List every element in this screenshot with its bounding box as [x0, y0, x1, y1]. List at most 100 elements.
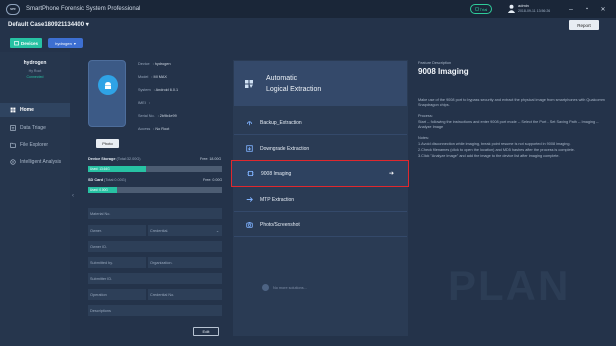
- extraction-item-label: 9008 Imaging: [261, 170, 292, 177]
- sd-card-used: Used: 0.00G: [90, 188, 108, 192]
- sd-card-title: SD Card: [88, 178, 103, 182]
- sd-card-free: Free: 0.00G: [203, 178, 223, 182]
- sd-card-label: SD Card (Total:0.00G): [88, 178, 126, 182]
- 9008-imaging-item[interactable]: 9008 Imaging ➔: [231, 160, 409, 187]
- info-label: IMEI: [138, 101, 146, 105]
- submitted-by-field[interactable]: Submitted by.: [88, 257, 146, 269]
- user-icon[interactable]: [507, 4, 516, 13]
- sd-card-total: (Total:0.00G): [104, 178, 126, 182]
- mtp-icon: [246, 197, 253, 202]
- info-label: Device: [138, 62, 150, 66]
- feature-description: Make use of the 9008 port to bypass secu…: [418, 98, 605, 108]
- analysis-icon: [10, 159, 16, 165]
- info-label: Model: [138, 75, 149, 79]
- sidebar-item-file-explorer[interactable]: File Explorer: [0, 138, 70, 152]
- report-button[interactable]: Report: [569, 20, 599, 30]
- sidebar-item-label: File Explorer: [20, 142, 49, 148]
- owner-field[interactable]: Owner.: [88, 225, 146, 237]
- info-value: : hydrogen: [152, 62, 171, 66]
- credential-label: Credential.: [150, 228, 169, 233]
- photo-button[interactable]: Photo: [96, 139, 119, 148]
- sidebar-device-name: hydrogen: [23, 60, 47, 66]
- close-button[interactable]: ✕: [598, 4, 608, 14]
- app-title: SmartPhone Forensic System Professional: [26, 6, 141, 12]
- credential-no-field[interactable]: Credential No.: [148, 289, 222, 301]
- info-icon: [262, 284, 269, 291]
- process-text: Start -- following the instructions and …: [418, 120, 599, 130]
- descriptions-field[interactable]: Descriptions: [88, 305, 222, 317]
- collapse-sidebar-button[interactable]: ‹: [72, 193, 78, 207]
- info-label: System: [138, 88, 151, 92]
- sidebar-item-label: Data Triage: [20, 125, 46, 131]
- sidebar-device-connection: Connected: [26, 75, 44, 79]
- device-storage-label: Device Storage (Total:32.00G): [88, 157, 141, 161]
- downgrade-extraction-item[interactable]: Downgrade Extraction: [234, 137, 407, 161]
- trial-icon: [474, 7, 479, 11]
- sidebar-item-label: Home: [20, 107, 34, 113]
- minimize-button[interactable]: –: [566, 4, 576, 14]
- maximize-button[interactable]: ▪: [582, 4, 592, 14]
- android-icon: [98, 75, 118, 95]
- backup-icon: [246, 121, 253, 126]
- automatic-logical-extraction-card[interactable]: [234, 61, 407, 106]
- info-serial: Serial No.: 2b9b4e99: [138, 114, 177, 118]
- chip-icon: [247, 170, 254, 177]
- device-storage-free: Free: 18.00G: [200, 157, 222, 161]
- process-heading: Process:: [418, 114, 433, 118]
- app-logo: SPF: [6, 3, 20, 15]
- user-name: admin: [518, 3, 529, 8]
- user-time: 2018-09-11 13:56:26: [518, 9, 551, 13]
- device-storage-bar: Used: 13.64G: [88, 166, 222, 172]
- sd-card-bar: Used: 0.00G: [88, 187, 222, 193]
- owner-id-field[interactable]: Owner ID.: [88, 241, 222, 253]
- devices-icon: [14, 40, 19, 45]
- submitter-id-field[interactable]: Submitter ID.: [88, 273, 222, 285]
- sidebar-item-home[interactable]: Home: [0, 103, 70, 117]
- automatic-extraction-subtitle: Logical Extraction: [266, 86, 322, 93]
- sidebar-item-intelligent-analysis[interactable]: Intelligent Analysis: [0, 155, 70, 169]
- automatic-extraction-title: Automatic: [266, 75, 298, 82]
- info-value: : MI MAX: [151, 75, 167, 79]
- operation-field[interactable]: Operation: [88, 289, 146, 301]
- downgrade-icon: [246, 145, 253, 152]
- extraction-item-label: Downgrade Extraction: [260, 145, 310, 152]
- mtp-extraction-item[interactable]: MTP Extraction: [234, 188, 407, 212]
- folder-icon: [10, 142, 16, 148]
- device-select[interactable]: hydrogen ▾: [48, 38, 83, 48]
- extraction-item-label: Photo/Screenshot: [260, 221, 300, 228]
- info-value: : No Root: [153, 127, 170, 131]
- device-select-value: hydrogen: [55, 40, 72, 46]
- devices-button[interactable]: Devices: [10, 38, 42, 48]
- trial-badge[interactable]: Trial: [470, 4, 492, 14]
- no-more-solutions-text: No more solutions...: [273, 285, 307, 290]
- sidebar-item-data-triage[interactable]: Data Triage: [0, 121, 70, 135]
- android-robot-icon: [105, 82, 111, 89]
- organization-field[interactable]: Organization.: [148, 257, 222, 269]
- triage-icon: [10, 125, 16, 131]
- case-title-text: Default Case180921134400: [8, 22, 85, 28]
- photo-screenshot-item[interactable]: Photo/Screenshot: [234, 213, 407, 237]
- case-title[interactable]: Default Case180921134400 ▾: [8, 21, 89, 28]
- watermark: PLAN: [448, 262, 571, 309]
- edit-button[interactable]: Edit: [193, 327, 219, 336]
- automatic-extraction-icon: [245, 80, 253, 88]
- sidebar: [0, 52, 70, 346]
- backup-extraction-item[interactable]: Backup_Extraction: [234, 111, 407, 135]
- devices-label: Devices: [20, 40, 38, 46]
- device-storage-total: (Total:32.00G): [116, 157, 141, 161]
- arrow-right-icon: ➔: [388, 171, 394, 177]
- info-model: Model: MI MAX: [138, 75, 167, 79]
- device-storage-used: Used: 13.64G: [90, 167, 110, 171]
- info-value: : Android 6.0.1: [153, 88, 179, 92]
- material-no-field[interactable]: Material No.: [88, 208, 222, 220]
- extraction-item-label: Backup_Extraction: [260, 119, 302, 126]
- no-more-solutions: No more solutions...: [262, 284, 307, 291]
- note-3: 3.Click "Analyze Image" and add the imag…: [418, 154, 560, 158]
- sidebar-device-root: Hy Root: [28, 69, 42, 73]
- chevron-down-icon: ⌄: [215, 229, 219, 233]
- note-2: 2.Check filenames (click to open the loc…: [418, 148, 575, 152]
- home-icon: [10, 107, 16, 113]
- credential-select[interactable]: Credential. ⌄: [148, 225, 222, 237]
- info-imei: IMEI:: [138, 101, 150, 105]
- info-system: System: Android 6.0.1: [138, 88, 178, 92]
